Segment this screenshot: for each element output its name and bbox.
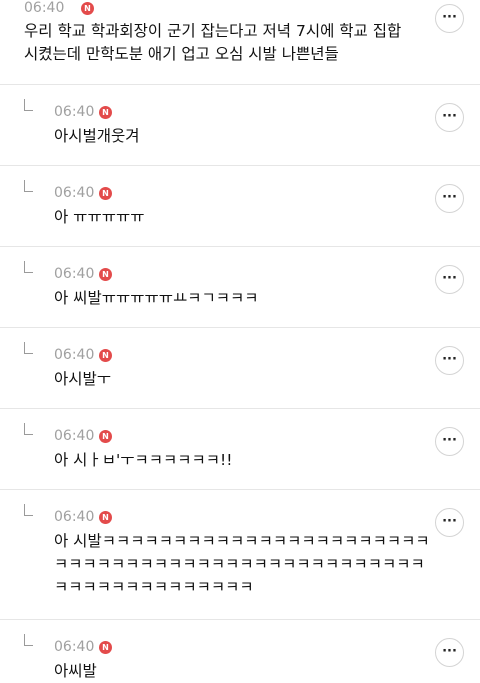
new-badge: N xyxy=(99,106,112,119)
more-options-button[interactable]: ··· xyxy=(435,638,464,667)
reply-item: 06:40 N 아 시ㅏㅂ'ㅜㅋㅋㅋㅋㅋㅋ!! ··· xyxy=(0,409,480,489)
reply-text: 아시발ㅜ xyxy=(54,370,112,388)
reply-text: 아 ㅠㅠㅠㅠㅠ xyxy=(54,208,145,226)
reply-arrow-icon xyxy=(24,504,33,516)
reply-time: 06:40 xyxy=(54,347,95,363)
more-options-button[interactable]: ··· xyxy=(435,508,464,537)
new-badge: N xyxy=(99,511,112,524)
more-options-button[interactable]: ··· xyxy=(435,103,464,132)
more-options-button[interactable]: ··· xyxy=(435,427,464,456)
reply-text: 아 시발ㅋㅋㅋㅋㅋㅋㅋㅋㅋㅋㅋㅋㅋㅋㅋㅋㅋㅋㅋㅋㅋㅋㅋ ㅋㅋㅋㅋㅋㅋㅋㅋㅋㅋㅋㅋ… xyxy=(54,532,430,596)
reply-time: 06:40 xyxy=(54,266,95,282)
reply-item: 06:40 N 아 씨발ㅠㅠㅠㅠㅠㅛㅋㄱㅋㅋㅋ ··· xyxy=(0,247,480,327)
reply-item: 06:40 N 아시벌개웃겨 ··· xyxy=(0,85,480,165)
reply-time: 06:40 xyxy=(54,509,95,525)
new-badge: N xyxy=(81,2,94,15)
comment-time: 06:40 xyxy=(24,0,65,16)
comment-item: 06:40 N 우리 학교 학과회장이 군기 잡는다고 저녁 7시에 학교 집합… xyxy=(0,0,480,84)
reply-item: 06:40 N 아 시발ㅋㅋㅋㅋㅋㅋㅋㅋㅋㅋㅋㅋㅋㅋㅋㅋㅋㅋㅋㅋㅋㅋㅋ ㅋㅋㅋㅋ… xyxy=(0,490,480,619)
reply-text: 아씨발 xyxy=(54,662,97,680)
reply-text: 아시벌개웃겨 xyxy=(54,127,140,145)
reply-arrow-icon xyxy=(24,99,33,111)
reply-time: 06:40 xyxy=(54,639,95,655)
reply-arrow-icon xyxy=(24,180,33,192)
more-options-button[interactable]: ··· xyxy=(435,184,464,213)
reply-time: 06:40 xyxy=(54,428,95,444)
reply-item: 06:40 N 아 ㅠㅠㅠㅠㅠ ··· xyxy=(0,166,480,246)
reply-arrow-icon xyxy=(24,423,33,435)
reply-time: 06:40 xyxy=(54,104,95,120)
more-options-button[interactable]: ··· xyxy=(435,346,464,375)
reply-arrow-icon xyxy=(24,342,33,354)
reply-arrow-icon xyxy=(24,634,33,646)
reply-item: 06:40 N 아시발ㅜ ··· xyxy=(0,328,480,408)
reply-item: 06:40 N 아씨발 ··· xyxy=(0,620,480,682)
new-badge: N xyxy=(99,187,112,200)
new-badge: N xyxy=(99,430,112,443)
new-badge: N xyxy=(99,349,112,362)
new-badge: N xyxy=(99,641,112,654)
reply-arrow-icon xyxy=(24,261,33,273)
reply-text: 아 씨발ㅠㅠㅠㅠㅠㅛㅋㄱㅋㅋㅋ xyxy=(54,289,259,307)
new-badge: N xyxy=(99,268,112,281)
reply-time: 06:40 xyxy=(54,185,95,201)
more-options-button[interactable]: ··· xyxy=(435,4,464,33)
reply-text: 아 시ㅏㅂ'ㅜㅋㅋㅋㅋㅋㅋ!! xyxy=(54,451,233,469)
more-options-button[interactable]: ··· xyxy=(435,265,464,294)
comment-text: 우리 학교 학과회장이 군기 잡는다고 저녁 7시에 학교 집합 시켰는데 만학… xyxy=(24,22,402,63)
